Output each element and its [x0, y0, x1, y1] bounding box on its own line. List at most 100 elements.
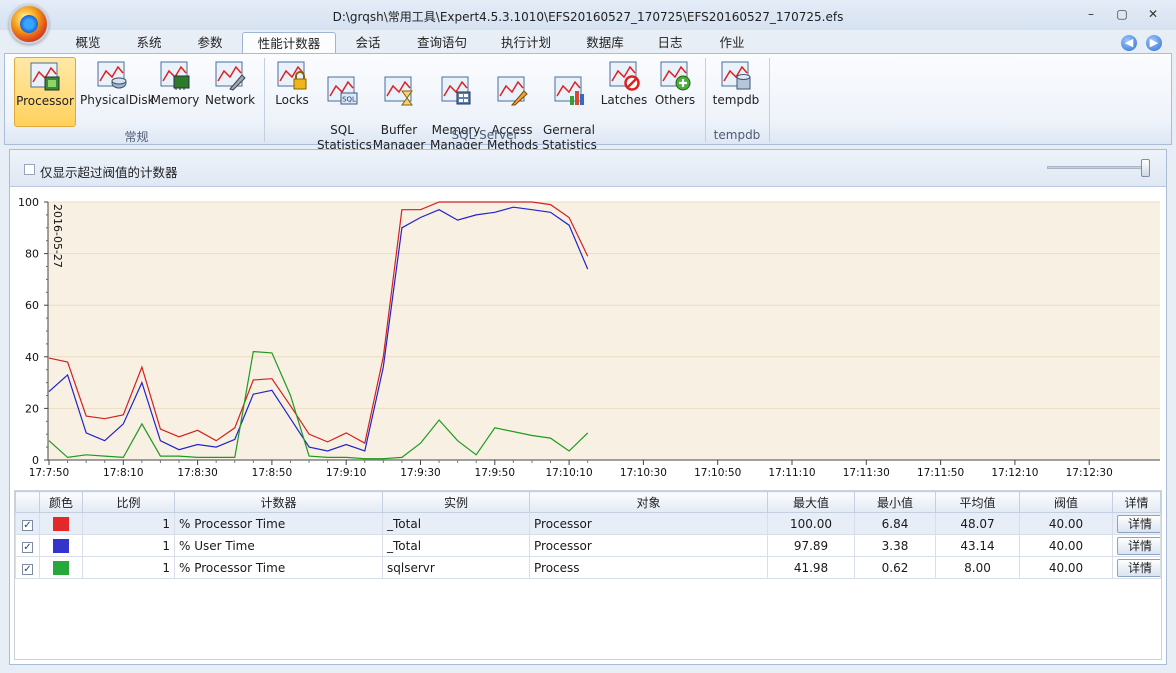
- others-label: Others: [654, 93, 696, 107]
- minimize-button[interactable]: –: [1080, 6, 1102, 22]
- row-checkbox[interactable]: ✓: [22, 563, 33, 575]
- others-button[interactable]: Others: [652, 57, 698, 127]
- table-row[interactable]: ✓ 1 % Processor Time _Total Processor 10…: [15, 512, 1161, 535]
- detail-button[interactable]: 详情: [1117, 536, 1160, 555]
- sql-statistics-button[interactable]: SQL SQL Statistics: [317, 57, 372, 152]
- col-threshold[interactable]: 阀值: [1019, 491, 1113, 513]
- network-button[interactable]: Network: [204, 57, 256, 127]
- col-counter[interactable]: 计数器: [174, 491, 383, 513]
- y-tick-label: 100: [18, 196, 39, 209]
- detail-button[interactable]: 详情: [1117, 514, 1160, 533]
- tempdb-button[interactable]: tempdb: [711, 57, 761, 127]
- col-check[interactable]: [15, 491, 40, 513]
- col-instance[interactable]: 实例: [382, 491, 530, 513]
- tab-system[interactable]: 系统: [127, 32, 171, 54]
- access-methods-button[interactable]: Access Methods: [487, 57, 538, 152]
- memory-label: Memory: [150, 93, 200, 107]
- x-tick-label: 17:9:10: [326, 467, 366, 479]
- counter-table: 颜色 比例 计数器 实例 对象 最大值 最小值 平均值 阀值 详情 ✓ 1 % …: [15, 491, 1161, 579]
- close-button[interactable]: ✕: [1142, 6, 1164, 22]
- maximize-button[interactable]: ▢: [1111, 6, 1133, 22]
- col-scale[interactable]: 比例: [82, 491, 175, 513]
- instance-cell: sqlservr: [382, 556, 530, 579]
- processor-button[interactable]: Processor: [14, 57, 76, 127]
- latches-chart-icon: [609, 61, 640, 91]
- group-separator: [705, 58, 706, 142]
- detail-button[interactable]: 详情: [1117, 558, 1160, 577]
- chart-date-label: 2016-05-27: [51, 204, 64, 268]
- memory-manager-chart-icon: [441, 76, 471, 105]
- row-checkbox[interactable]: ✓: [22, 519, 33, 531]
- threshold-cell[interactable]: 40.00: [1019, 534, 1113, 557]
- col-color[interactable]: 颜色: [39, 491, 83, 513]
- min-cell: 6.84: [854, 512, 936, 535]
- tempdb-label: tempdb: [712, 93, 760, 107]
- col-max[interactable]: 最大值: [767, 491, 855, 513]
- color-swatch[interactable]: [53, 538, 69, 553]
- tab-log[interactable]: 日志: [648, 32, 692, 54]
- scale-cell: 1: [82, 556, 175, 579]
- tab-database[interactable]: 数据库: [578, 32, 632, 54]
- color-swatch[interactable]: [53, 560, 69, 575]
- tab-parameters[interactable]: 参数: [188, 32, 232, 54]
- col-min[interactable]: 最小值: [854, 491, 936, 513]
- x-tick-label: 17:10:50: [694, 467, 741, 479]
- table-row[interactable]: ✓ 1 % Processor Time sqlservr Process 41…: [15, 556, 1161, 579]
- max-cell: 100.00: [767, 512, 855, 535]
- col-object[interactable]: 对象: [529, 491, 768, 513]
- row-checkbox[interactable]: ✓: [22, 541, 33, 553]
- max-cell: 41.98: [767, 556, 855, 579]
- plot-area: [48, 202, 1160, 460]
- counter-cell: % Processor Time: [174, 512, 383, 535]
- physicaldisk-chart-icon: [97, 61, 127, 89]
- performance-chart: 0 20 40 60 80 100 17:7:50 17:8:10 17:8:30 17:8:5…: [10, 188, 1166, 490]
- latches-button[interactable]: Latches: [600, 57, 648, 127]
- threshold-cell[interactable]: 40.00: [1019, 556, 1113, 579]
- avg-cell: 8.00: [935, 556, 1020, 579]
- buffer-manager-button[interactable]: Buffer Manager: [372, 57, 426, 152]
- threshold-only-checkbox[interactable]: [24, 164, 35, 175]
- color-swatch[interactable]: [53, 516, 69, 531]
- zoom-slider-track[interactable]: [1047, 166, 1147, 169]
- object-cell: Processor: [529, 534, 768, 557]
- general-statistics-button[interactable]: Gerneral Statistics: [542, 57, 597, 152]
- ribbon-tab-row: 概览 系统 参数 性能计数器 会话 查询语句 执行计划 数据库 日志 作业 ◀ …: [0, 30, 1176, 54]
- chart-svg: 0 20 40 60 80 100 17:7:50 17:8:10 17:8:30 17:8:5…: [18, 196, 1160, 479]
- tab-sessions[interactable]: 会话: [346, 32, 390, 54]
- memory-manager-button[interactable]: Memory Manager: [430, 57, 483, 152]
- group-label-tempdb: tempdb: [713, 128, 761, 142]
- x-tick-label: 17:8:30: [177, 467, 217, 479]
- group-separator: [264, 58, 265, 142]
- scale-cell: 1: [82, 512, 175, 535]
- group-label-general: 常规: [124, 130, 149, 144]
- app-menu-orb-icon[interactable]: [9, 4, 49, 44]
- x-tick-label: 17:9:30: [400, 467, 440, 479]
- x-tick-label: 17:10:30: [620, 467, 667, 479]
- x-tick-label: 17:11:50: [917, 467, 964, 479]
- object-cell: Process: [529, 556, 768, 579]
- back-arrow-icon[interactable]: ◀: [1121, 35, 1137, 51]
- table-row[interactable]: ✓ 1 % User Time _Total Processor 97.89 3…: [15, 534, 1161, 557]
- tab-queries[interactable]: 查询语句: [408, 32, 476, 54]
- forward-arrow-icon[interactable]: ▶: [1146, 35, 1162, 51]
- buffer-manager-chart-icon: [384, 76, 413, 106]
- memory-button[interactable]: Memory: [148, 57, 202, 127]
- col-detail[interactable]: 详情: [1112, 491, 1161, 513]
- col-avg[interactable]: 平均值: [935, 491, 1020, 513]
- x-tick-label: 17:12:10: [991, 467, 1038, 479]
- locks-button[interactable]: Locks: [269, 57, 315, 127]
- physicaldisk-button[interactable]: PhysicalDisk: [80, 57, 155, 127]
- instance-cell: _Total: [382, 512, 530, 535]
- threshold-only-label: 仅显示超过阀值的计数器: [40, 165, 178, 180]
- tab-exec-plan[interactable]: 执行计划: [490, 32, 562, 54]
- tab-jobs[interactable]: 作业: [710, 32, 754, 54]
- threshold-cell[interactable]: 40.00: [1019, 512, 1113, 535]
- latches-label: Latches: [600, 93, 648, 107]
- processor-label: Processor: [16, 94, 74, 108]
- tab-overview[interactable]: 概览: [66, 32, 110, 54]
- zoom-slider-thumb[interactable]: [1141, 159, 1150, 177]
- tab-perf-counters[interactable]: 性能计数器: [242, 32, 336, 54]
- group-label-sql-server: SQL Server: [451, 128, 519, 142]
- counter-cell: % User Time: [174, 534, 383, 557]
- access-methods-chart-icon: [497, 76, 528, 106]
